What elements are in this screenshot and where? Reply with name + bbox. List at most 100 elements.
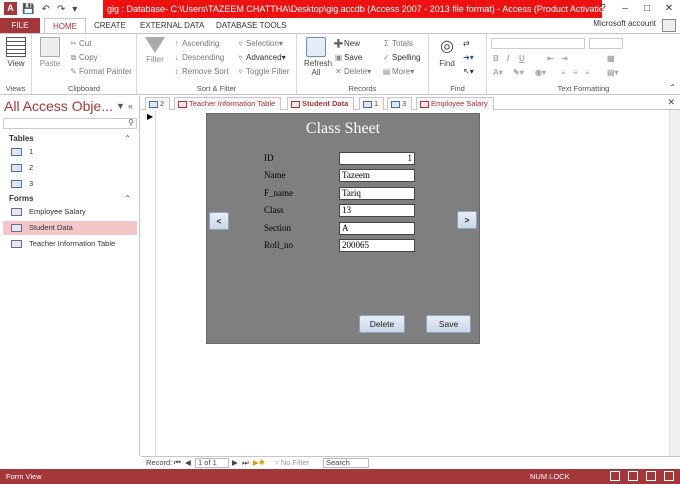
new-record-nav-icon[interactable]: ▶✱	[253, 458, 265, 468]
paste-button[interactable]: Paste	[38, 37, 62, 68]
outdent-icon[interactable]: ⇥	[561, 54, 568, 63]
layout-view-icon[interactable]	[646, 471, 656, 481]
replace-icon[interactable]: ⇄	[463, 38, 470, 49]
f-name-field[interactable]: Tariq	[339, 187, 415, 200]
collapse-ribbon-icon[interactable]: ⌃	[669, 82, 676, 93]
microsoft-account[interactable]: Microsoft account	[593, 19, 656, 28]
totals-button[interactable]: Σ Totals	[381, 38, 413, 49]
nav-menu-icon[interactable]: ▼	[116, 101, 125, 111]
save-button[interactable]: Save	[426, 315, 471, 333]
indent-icon[interactable]: ⇤	[547, 54, 554, 63]
new-record-button[interactable]: ➕New	[333, 38, 361, 49]
nav-item-table-3[interactable]: 3	[3, 177, 137, 191]
no-filter-indicator[interactable]: ▿ No Filter	[275, 458, 309, 468]
redo-icon[interactable]: ↷	[57, 4, 65, 15]
access-app-icon[interactable]: A	[4, 2, 17, 15]
filter-button[interactable]: Filter	[141, 37, 169, 64]
doc-tab-table-1[interactable]: 1	[359, 97, 385, 110]
bold-button[interactable]: B	[493, 54, 499, 63]
tab-database-tools[interactable]: DATABASE TOOLS	[208, 18, 295, 33]
cut-button[interactable]: ✂ Cut	[68, 38, 91, 49]
maximize-button[interactable]: □	[636, 0, 658, 18]
nav-item-table-1[interactable]: 1	[3, 145, 137, 159]
roll-no-field[interactable]: 200065	[339, 239, 415, 252]
copy-button[interactable]: ⧉ Copy	[68, 52, 98, 63]
background-color-icon[interactable]: ◉▾	[535, 68, 546, 77]
nav-item-teacher-information-table[interactable]: Teacher Information Table	[3, 237, 137, 251]
tab-file[interactable]: FILE	[0, 18, 40, 33]
form-view-icon[interactable]	[610, 471, 620, 481]
doc-tab-table-3[interactable]: 3	[387, 97, 413, 110]
goto-icon[interactable]: ➜▾	[463, 52, 474, 63]
doc-tab-student-data[interactable]: Student Data	[287, 97, 355, 111]
select-icon[interactable]: ↖▾	[463, 66, 474, 77]
nav-item-table-2[interactable]: 2	[3, 161, 137, 175]
previous-record-button[interactable]: <	[209, 212, 229, 230]
vertical-scrollbar[interactable]	[669, 110, 680, 456]
section-field[interactable]: A	[339, 222, 415, 235]
toggle-filter-button[interactable]: ▿ Toggle Filter	[235, 66, 289, 77]
delete-record-button[interactable]: ✕ Delete▾	[333, 66, 371, 77]
italic-button[interactable]: I	[507, 54, 509, 63]
nav-section-tables[interactable]: Tables	[9, 134, 34, 143]
nav-item-employee-salary[interactable]: Employee Salary	[3, 205, 137, 219]
class-field[interactable]: 13	[339, 204, 415, 217]
format-painter-button[interactable]: ✎ Format Painter	[68, 66, 132, 77]
next-record-icon[interactable]: ▶	[232, 458, 238, 468]
more-button[interactable]: ▤ More▾	[381, 66, 415, 77]
help-button[interactable]: ?	[592, 0, 614, 18]
selection-button[interactable]: ▿ Selection▾	[235, 38, 282, 49]
advanced-button[interactable]: ▿ Advanced▾	[235, 52, 285, 63]
tab-create[interactable]: CREATE	[86, 18, 134, 33]
nav-item-student-data[interactable]: Student Data	[3, 221, 137, 235]
view-button[interactable]: View	[4, 37, 28, 68]
font-size-box[interactable]	[589, 38, 623, 49]
first-record-icon[interactable]: ⏮	[174, 458, 181, 468]
ascending-button[interactable]: ↑ Ascending	[171, 38, 220, 49]
align-center-icon[interactable]: ≡	[573, 68, 578, 77]
id-field[interactable]: 1	[339, 152, 415, 165]
customize-qat-icon[interactable]: ▾	[72, 4, 77, 15]
delete-button[interactable]: Delete	[359, 315, 405, 333]
highlight-icon[interactable]: ✎▾	[513, 68, 524, 77]
nav-pane-title[interactable]: All Access Obje...	[4, 98, 113, 114]
tab-home[interactable]: HOME	[44, 18, 86, 33]
last-record-icon[interactable]: ⏭	[242, 458, 249, 468]
save-record-button[interactable]: ▣ Save	[333, 52, 363, 63]
doc-tab-teacher-information-table[interactable]: Teacher Information Table	[174, 97, 282, 110]
nav-search-input[interactable]: ⚲	[3, 118, 137, 129]
close-document-icon[interactable]: ✕	[667, 97, 675, 108]
name-field[interactable]: Tazeem	[339, 169, 415, 182]
save-icon[interactable]: 💾	[22, 4, 34, 15]
align-right-icon[interactable]: ≡	[585, 68, 590, 77]
next-record-button[interactable]: >	[457, 211, 477, 229]
descending-button[interactable]: ↓ Descending	[171, 52, 225, 63]
chevron-up-icon[interactable]: ⌃	[124, 134, 131, 143]
undo-icon[interactable]: ↶	[41, 4, 49, 15]
gridlines-icon[interactable]: ▦	[607, 54, 615, 63]
nav-collapse-icon[interactable]: «	[128, 101, 133, 111]
doc-tab-employee-salary[interactable]: Employee Salary	[416, 97, 494, 110]
alternate-row-color-icon[interactable]: ▤▾	[607, 68, 619, 77]
record-position-input[interactable]: 1 of 1	[195, 458, 229, 468]
refresh-all-button[interactable]: Refresh All	[301, 37, 332, 77]
minimize-button[interactable]: –	[614, 0, 636, 18]
nav-section-forms[interactable]: Forms	[9, 194, 33, 203]
search-icon[interactable]: ⚲	[128, 118, 134, 127]
design-view-icon[interactable]	[664, 471, 674, 481]
underline-button[interactable]: U	[519, 54, 525, 63]
chevron-up-icon[interactable]: ⌃	[124, 194, 131, 203]
datasheet-view-icon[interactable]	[628, 471, 638, 481]
remove-sort-button[interactable]: ↕ Remove Sort	[171, 66, 229, 77]
doc-tab-table-2[interactable]: 2	[145, 97, 171, 110]
tab-external-data[interactable]: EXTERNAL DATA	[132, 18, 212, 33]
align-left-icon[interactable]: ≡	[561, 68, 566, 77]
find-button[interactable]: ◎ Find	[433, 37, 461, 68]
prev-record-icon[interactable]: ◀	[185, 458, 191, 468]
font-name-box[interactable]	[491, 38, 585, 49]
avatar[interactable]	[662, 19, 676, 32]
record-selector-icon[interactable]: ▶	[147, 112, 153, 121]
spelling-button[interactable]: ✓ Spelling	[381, 52, 420, 63]
close-button[interactable]: ✕	[658, 0, 680, 18]
font-color-icon[interactable]: A▾	[493, 68, 503, 77]
